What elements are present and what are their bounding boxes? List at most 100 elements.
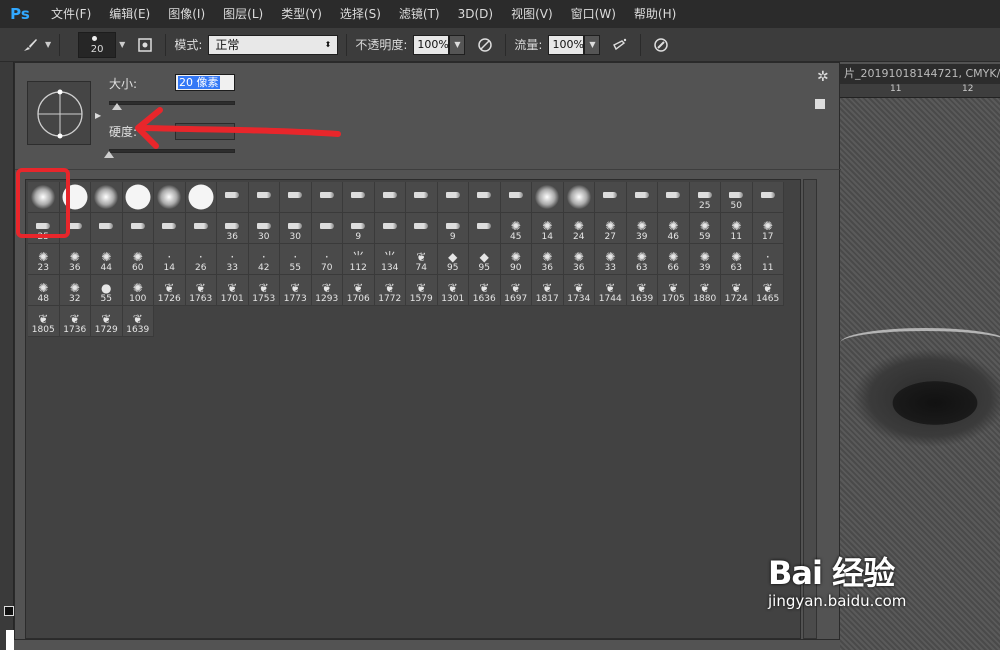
brush-preset-leaf[interactable]: ❦ 1639 [122,306,154,337]
new-preset-icon[interactable] [815,99,825,109]
brush-preset-leaf[interactable]: ❦ 1763 [185,275,217,306]
brush-preset-dot[interactable]: · 70 [311,244,343,275]
brush-preset-tip[interactable] [658,182,690,213]
brush-preset-tip[interactable] [217,182,249,213]
brush-preset-leaf[interactable]: ❦ 1729 [91,306,123,337]
brush-preset-tip[interactable] [280,182,312,213]
brush-preset-leaf[interactable]: ❦ 1726 [154,275,186,306]
brush-preset-splat[interactable]: ✺ 11 [721,213,753,244]
foreground-color-swatch[interactable] [4,606,14,616]
brush-preset-leaf[interactable]: ❦ 1805 [28,306,60,337]
brush-preset-tip[interactable]: 30 [280,213,312,244]
brush-preset-splat[interactable]: ✺ 14 [532,213,564,244]
menu-item[interactable]: 选择(S) [331,0,390,28]
pressure-opacity-icon[interactable] [473,33,497,57]
brush-preset-dot[interactable]: · 33 [217,244,249,275]
brush-preset-splat[interactable]: ✺ 66 [658,244,690,275]
brush-preset-leaf[interactable]: ❦ 1706 [343,275,375,306]
brush-preset-grass[interactable]: ⺌ 134 [374,244,406,275]
brush-preset-leaf[interactable]: ❦ 1293 [311,275,343,306]
brush-preset-splat[interactable]: ✺ 17 [752,213,784,244]
brush-preset-splat[interactable]: ✺ 33 [595,244,627,275]
brush-preset-leaf[interactable]: ❦ 1817 [532,275,564,306]
hardness-slider-thumb[interactable] [104,151,114,158]
size-input[interactable]: 20 像素 [175,74,235,91]
brush-preset-leaf[interactable]: ❦ 1639 [626,275,658,306]
brush-preset-splat[interactable]: ✺ 32 [59,275,91,306]
brush-preset-splat[interactable]: ✺ 90 [500,244,532,275]
brush-preset-splat[interactable]: ✺ 63 [721,244,753,275]
brush-preset-soft[interactable] [532,182,564,213]
brush-preset-splat[interactable]: ✺ 36 [563,244,595,275]
brush-preset-leaf[interactable]: ❦ 1301 [437,275,469,306]
brush-preset-leaf[interactable]: ❦ 1701 [217,275,249,306]
brush-preset-drop[interactable]: ◆ 95 [437,244,469,275]
opacity-input[interactable]: 100% [413,34,450,55]
brush-preset-tip[interactable] [595,182,627,213]
brush-preset-tip[interactable]: 9 [343,213,375,244]
brush-preset-splat[interactable]: ✺ 24 [563,213,595,244]
flow-dropdown-icon[interactable]: ▼ [584,34,601,55]
brush-preset-splat[interactable]: ✺ 59 [689,213,721,244]
brush-preset-tip[interactable] [311,213,343,244]
brush-preset-leaf[interactable]: ❦ 1705 [658,275,690,306]
brush-preset-tip[interactable] [311,182,343,213]
brush-preset-hard[interactable] [122,182,154,213]
tool-preset-dropdown-icon[interactable]: ▼ [45,40,51,49]
brush-preset-tip[interactable] [91,213,123,244]
mode-select[interactable]: 正常 ⬍ [208,34,339,55]
brush-preset-leaf[interactable]: ❦ 1465 [752,275,784,306]
brush-preset-dot[interactable]: · 11 [752,244,784,275]
brush-preset-grass[interactable]: ⺌ 112 [343,244,375,275]
brush-preset-splat[interactable]: ✺ 39 [626,213,658,244]
brush-preset-splat[interactable]: ✺ 45 [500,213,532,244]
brush-preset-leaf[interactable]: ❦ 1724 [721,275,753,306]
brush-preset-leaf[interactable]: ❦ 1636 [469,275,501,306]
brush-preset-tip[interactable] [469,182,501,213]
brush-preset-leaf[interactable]: ❦ 1880 [689,275,721,306]
brush-preset-tip[interactable] [185,213,217,244]
menu-item[interactable]: 编辑(E) [100,0,159,28]
brush-preset-tip[interactable] [154,213,186,244]
brush-preset-tip[interactable] [122,213,154,244]
brush-preset-leaf[interactable]: ❦ 74 [406,244,438,275]
brush-preset-splat[interactable]: ✺ 44 [91,244,123,275]
brush-preset-splat[interactable]: ✺ 60 [122,244,154,275]
brush-preset-tip[interactable] [406,182,438,213]
brush-preset-leaf[interactable]: ❦ 1736 [59,306,91,337]
brush-preset-circle[interactable]: ● 55 [91,275,123,306]
brush-preset-leaf[interactable]: ❦ 1734 [563,275,595,306]
brush-preset-leaf[interactable]: ❦ 1579 [406,275,438,306]
brush-preset-soft[interactable] [563,182,595,213]
airbrush-icon[interactable] [608,33,632,57]
brush-preset-tip[interactable] [437,182,469,213]
brush-preset-tip[interactable] [752,182,784,213]
menu-item[interactable]: 3D(D) [449,0,502,28]
brush-preset-splat[interactable]: ✺ 36 [59,244,91,275]
menu-item[interactable]: 文件(F) [42,0,100,28]
brush-preset-splat[interactable]: ✺ 23 [28,244,60,275]
brush-preset-hard[interactable] [185,182,217,213]
brush-preset-leaf[interactable]: ❦ 1772 [374,275,406,306]
brush-preset-tip[interactable]: 25 [689,182,721,213]
brush-preset-dot[interactable]: · 14 [154,244,186,275]
gear-icon[interactable]: ✲ [817,69,829,85]
menu-item[interactable]: 图层(L) [214,0,272,28]
brush-preset-tip[interactable] [406,213,438,244]
brush-tool-icon[interactable] [18,33,42,57]
brush-preset-tip[interactable] [374,182,406,213]
menu-item[interactable]: 帮助(H) [625,0,685,28]
pressure-size-icon[interactable] [649,33,673,57]
brush-panel-toggle-icon[interactable] [133,33,157,57]
menu-item[interactable]: 窗口(W) [562,0,625,28]
brush-preset-splat[interactable]: ✺ 63 [626,244,658,275]
menu-item[interactable]: 类型(Y) [272,0,331,28]
document-tab[interactable]: 片_20191018144721, CMYK/ [840,64,1000,84]
brush-preset-soft[interactable] [154,182,186,213]
brush-preset-tip[interactable] [469,213,501,244]
brush-preset-leaf[interactable]: ❦ 1744 [595,275,627,306]
brush-preset-tip[interactable]: 30 [248,213,280,244]
brush-preset-dot[interactable]: · 26 [185,244,217,275]
opacity-dropdown-icon[interactable]: ▼ [449,34,466,55]
menu-item[interactable]: 视图(V) [502,0,562,28]
